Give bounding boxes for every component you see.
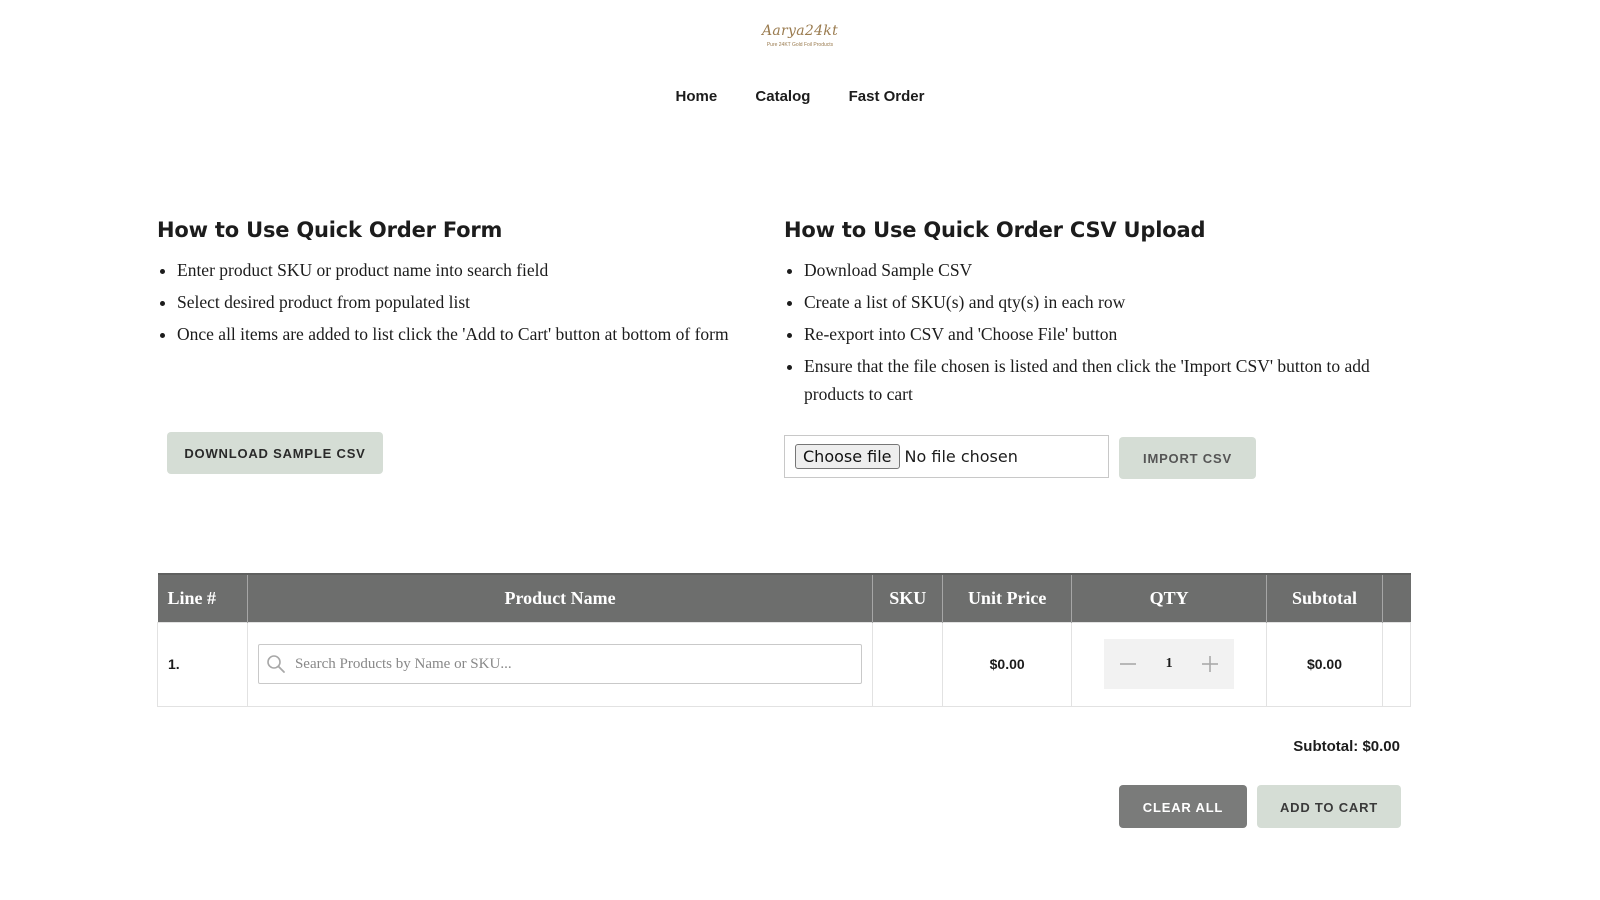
product-search-input[interactable] <box>292 646 862 682</box>
csv-help-step: Download Sample CSV <box>804 256 1384 284</box>
main-nav: Home Catalog Fast Order <box>0 88 1600 105</box>
column-header-sku: SKU <box>872 573 943 622</box>
unit-price-cell: $0.00 <box>942 621 1073 707</box>
quantity-value[interactable]: 1 <box>1166 656 1173 672</box>
column-header-product-name: Product Name <box>246 573 873 622</box>
sku-cell <box>872 621 944 707</box>
table-header-row: Line # Product Name SKU Unit Price QTY S… <box>157 573 1411 622</box>
nav-fast-order[interactable]: Fast Order <box>849 88 925 105</box>
form-help-title: How to Use Quick Order Form <box>157 218 503 242</box>
csv-file-input[interactable]: Choose file No file chosen <box>784 435 1109 478</box>
logo-tagline: Pure 24KT Gold Foil Products <box>766 42 834 48</box>
clear-all-button[interactable]: CLEAR ALL <box>1119 785 1247 828</box>
form-help-step: Once all items are added to list click t… <box>177 320 747 348</box>
column-header-actions <box>1381 573 1411 622</box>
csv-help-steps: Download Sample CSV Create a list of SKU… <box>784 256 1384 408</box>
order-subtotal: Subtotal: $0.00 <box>1293 738 1400 755</box>
column-header-qty: QTY <box>1071 573 1267 622</box>
column-header-subtotal: Subtotal <box>1266 573 1383 622</box>
line-number: 1. <box>157 621 248 707</box>
file-status: No file chosen <box>904 447 1018 466</box>
search-icon <box>259 644 293 684</box>
quick-order-table: Line # Product Name SKU Unit Price QTY S… <box>157 573 1412 707</box>
qty-cell: 1 <box>1071 621 1268 707</box>
choose-file-button[interactable]: Choose file <box>795 444 900 469</box>
import-csv-button[interactable]: IMPORT CSV <box>1119 437 1256 479</box>
plus-icon[interactable] <box>1200 654 1220 674</box>
brand-logo[interactable]: Aarya24kt Pure 24KT Gold Foil Products <box>760 20 840 54</box>
csv-help-step: Re-export into CSV and 'Choose File' but… <box>804 320 1384 348</box>
add-to-cart-button[interactable]: ADD TO CART <box>1257 785 1401 828</box>
product-name-cell <box>246 621 874 707</box>
row-subtotal-cell: $0.00 <box>1266 621 1383 707</box>
minus-icon[interactable] <box>1118 654 1138 674</box>
form-help-steps: Enter product SKU or product name into s… <box>157 256 747 348</box>
nav-catalog[interactable]: Catalog <box>755 88 810 105</box>
form-help-step: Select desired product from populated li… <box>177 288 747 316</box>
quick-order-form-help: How to Use Quick Order Form Enter produc… <box>157 218 747 352</box>
logo-wordmark: Aarya24kt <box>761 23 839 39</box>
product-search-box[interactable] <box>257 644 863 684</box>
form-help-step: Enter product SKU or product name into s… <box>177 256 747 284</box>
csv-help-step: Ensure that the file chosen is listed an… <box>804 352 1384 408</box>
row-actions-cell <box>1381 621 1412 707</box>
table-row: 1. $0.00 <box>157 621 1412 707</box>
download-sample-csv-button[interactable]: DOWNLOAD SAMPLE CSV <box>167 432 383 474</box>
column-header-unit-price: Unit Price <box>942 573 1072 622</box>
csv-help-title: How to Use Quick Order CSV Upload <box>784 218 1206 242</box>
csv-help-step: Create a list of SKU(s) and qty(s) in ea… <box>804 288 1384 316</box>
csv-upload-help: How to Use Quick Order CSV Upload Downlo… <box>784 218 1384 412</box>
quantity-stepper: 1 <box>1104 639 1235 689</box>
nav-home[interactable]: Home <box>676 88 718 105</box>
column-header-line: Line # <box>157 573 248 622</box>
